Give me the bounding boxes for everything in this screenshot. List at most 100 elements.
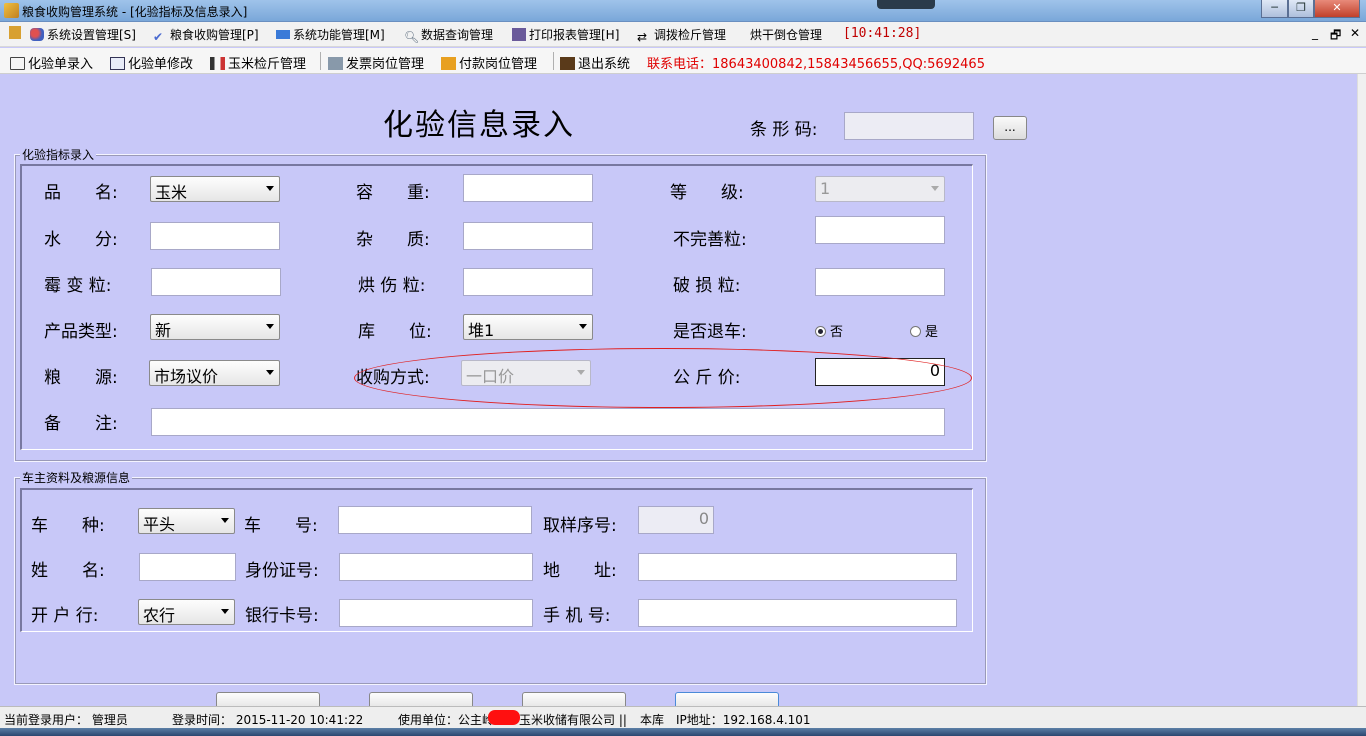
chevron-down-icon bbox=[931, 186, 939, 191]
app-icon bbox=[4, 3, 19, 18]
payment-icon bbox=[441, 57, 456, 70]
status-unit-tail: 玉米收储有限公司 || bbox=[519, 713, 627, 727]
chehao-field[interactable] bbox=[338, 506, 532, 534]
kuwei-label: 库 位: bbox=[358, 322, 432, 342]
chevron-down-icon bbox=[266, 370, 274, 375]
menu-bar: 系统设置管理[S] ✔ 粮食收购管理[P] 系统功能管理[M] 🔍︎ 数据查询管理 … bbox=[0, 22, 1366, 47]
barcode-browse-button[interactable]: ... bbox=[993, 116, 1027, 140]
meibian-label: 霉 变 粒: bbox=[44, 276, 112, 296]
dizhi-label: 地 址: bbox=[543, 561, 617, 581]
monitor-icon bbox=[276, 30, 290, 39]
status-ip: IP地址：192.168.4.101 bbox=[676, 713, 811, 727]
meibian-field[interactable] bbox=[151, 268, 281, 296]
chevron-down-icon bbox=[221, 518, 229, 523]
check-icon: ✔ bbox=[153, 30, 164, 44]
menu-grain-purchase[interactable]: ✔ 粮食收购管理[P] bbox=[153, 26, 259, 44]
radio-unchecked-icon bbox=[910, 326, 921, 337]
redaction-mark bbox=[488, 710, 520, 725]
menu-transfer-weigh[interactable]: ⇄ 调拨检斤管理 bbox=[637, 26, 726, 44]
close-button[interactable]: ✕ bbox=[1314, 0, 1360, 18]
tool-lab-entry[interactable]: 化验单录入 bbox=[10, 53, 93, 72]
shenfen-label: 身份证号: bbox=[245, 561, 319, 581]
maximize-button[interactable]: ❐ bbox=[1288, 0, 1314, 18]
chezhong-select[interactable]: 平头 bbox=[138, 508, 235, 534]
hongshang-field[interactable] bbox=[463, 268, 593, 296]
lab-indicators-group-label: 化验指标录入 bbox=[20, 146, 97, 163]
action-button-2[interactable] bbox=[369, 692, 473, 706]
menu-drying-storage[interactable]: 烘干倒仓管理 bbox=[750, 26, 822, 43]
kaihu-label: 开 户 行: bbox=[31, 606, 99, 626]
tool-exit[interactable]: 退出系统 bbox=[560, 53, 630, 72]
toolbar-separator bbox=[320, 52, 321, 70]
mdi-minimize-button[interactable]: _ bbox=[1312, 26, 1318, 40]
printer-icon bbox=[512, 28, 526, 41]
dengji-select[interactable]: 1 bbox=[815, 176, 945, 202]
status-user: 当前登录用户： 管理员 bbox=[4, 713, 128, 727]
kuwei-select[interactable]: 堆1 bbox=[463, 314, 593, 340]
posun-label: 破 损 粒: bbox=[673, 276, 741, 296]
chehao-label: 车 号: bbox=[244, 516, 318, 536]
xingming-field[interactable] bbox=[139, 553, 236, 581]
hongshang-label: 烘 伤 粒: bbox=[358, 276, 426, 296]
vertical-scrollbar[interactable] bbox=[1357, 74, 1366, 706]
menu-system-settings[interactable]: 系统设置管理[S] bbox=[30, 26, 136, 43]
tool-invoice[interactable]: 发票岗位管理 bbox=[328, 53, 424, 72]
shouji-field[interactable] bbox=[638, 599, 957, 627]
title-bar: 粮食收购管理系统 - [化验指标及信息录入] ─ ❐ ✕ bbox=[0, 0, 1366, 22]
beizhu-field[interactable] bbox=[151, 408, 945, 436]
rongzhong-label: 容 重: bbox=[356, 183, 430, 203]
scale-icon bbox=[210, 57, 225, 70]
xingming-label: 姓 名: bbox=[31, 561, 105, 581]
chanpin-label: 产品类型: bbox=[44, 322, 118, 342]
pinming-select[interactable]: 玉米 bbox=[150, 176, 280, 202]
status-bar: 当前登录用户： 管理员 登录时间： 2015-11-20 10:41:22 使用… bbox=[0, 706, 1366, 728]
tool-corn-weigh[interactable]: 玉米检斤管理 bbox=[210, 53, 306, 72]
shenfen-field[interactable] bbox=[339, 553, 533, 581]
tuiche-yes-radio[interactable]: 是 bbox=[910, 321, 938, 340]
liangyuan-select[interactable]: 市场议价 bbox=[149, 360, 280, 386]
chevron-down-icon bbox=[579, 324, 587, 329]
mdi-close-button[interactable]: ✕ bbox=[1350, 26, 1360, 40]
shouji-label: 手 机 号: bbox=[543, 606, 611, 626]
pinming-label: 品 名: bbox=[44, 183, 118, 203]
action-button-1[interactable] bbox=[216, 692, 320, 706]
clock: [10:41:28] bbox=[843, 26, 922, 41]
mdi-restore-button[interactable]: 🗗 bbox=[1330, 26, 1341, 47]
yinhang-field[interactable] bbox=[339, 599, 533, 627]
buwanshan-field[interactable] bbox=[815, 216, 945, 244]
dizhi-field[interactable] bbox=[638, 553, 957, 581]
action-button-3[interactable] bbox=[522, 692, 626, 706]
chevron-down-icon bbox=[221, 609, 229, 614]
exit-icon bbox=[560, 57, 575, 70]
tool-payment[interactable]: 付款岗位管理 bbox=[441, 53, 537, 72]
invoice-icon bbox=[328, 57, 343, 70]
action-button-4[interactable] bbox=[675, 692, 779, 706]
kaihu-select[interactable]: 农行 bbox=[138, 599, 235, 625]
tray-indicator bbox=[877, 0, 935, 9]
minimize-button[interactable]: ─ bbox=[1261, 0, 1288, 18]
shuifen-field[interactable] bbox=[150, 222, 280, 250]
menu-system-function[interactable]: 系统功能管理[M] bbox=[276, 26, 385, 43]
search-icon: 🔍︎ bbox=[404, 30, 420, 44]
main-form: 化验信息录入 条 形 码: ... 化验指标录入 品 名: 玉米 容 重: 等 … bbox=[0, 74, 1357, 706]
menu-print-reports[interactable]: 打印报表管理[H] bbox=[512, 26, 619, 43]
transfer-icon: ⇄ bbox=[637, 30, 648, 44]
rongzhong-field[interactable] bbox=[463, 174, 593, 202]
menu-data-query[interactable]: 🔍︎ 数据查询管理 bbox=[404, 26, 493, 44]
tuiche-no-radio[interactable]: 否 bbox=[815, 321, 843, 340]
posun-field[interactable] bbox=[815, 268, 945, 296]
dengji-label: 等 级: bbox=[670, 183, 744, 203]
barcode-label: 条 形 码: bbox=[750, 120, 818, 140]
users-icon bbox=[30, 28, 44, 41]
zazhi-field[interactable] bbox=[463, 222, 593, 250]
barcode-field[interactable] bbox=[844, 112, 974, 140]
taskbar bbox=[0, 728, 1366, 736]
quyang-field[interactable]: 0 bbox=[638, 506, 714, 534]
yinhang-label: 银行卡号: bbox=[245, 606, 319, 626]
tool-lab-edit[interactable]: 化验单修改 bbox=[110, 53, 193, 72]
chezhong-label: 车 种: bbox=[31, 516, 105, 536]
form-title: 化验信息录入 bbox=[383, 108, 575, 143]
radio-checked-icon bbox=[815, 326, 826, 337]
window-title: 粮食收购管理系统 - [化验指标及信息录入] bbox=[22, 5, 248, 19]
chanpin-select[interactable]: 新 bbox=[150, 314, 280, 340]
